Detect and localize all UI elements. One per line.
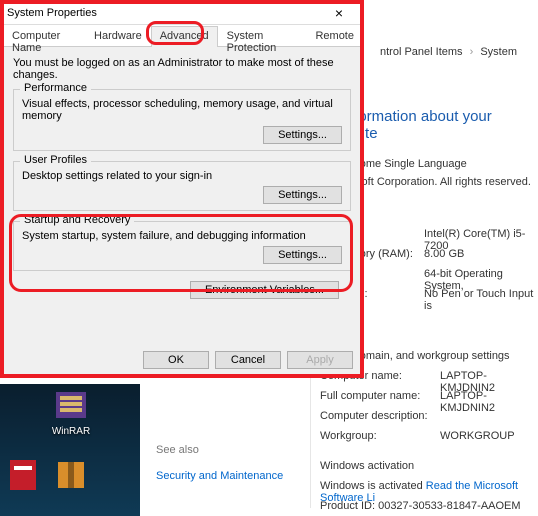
computer-desc-label: Computer description: xyxy=(320,410,428,422)
tab-advanced[interactable]: Advanced xyxy=(151,26,218,47)
group-legend: User Profiles xyxy=(20,154,91,166)
tab-system-protection[interactable]: System Protection xyxy=(218,26,307,47)
group-desc: Visual effects, processor scheduling, me… xyxy=(22,98,342,122)
group-desc: System startup, system failure, and debu… xyxy=(22,230,342,242)
section-activation: Windows activation xyxy=(320,460,414,472)
startup-settings-button[interactable]: Settings... xyxy=(263,246,342,264)
dialog-content: You must be logged on as an Administrato… xyxy=(1,47,363,309)
breadcrumb-part[interactable]: ntrol Panel Items xyxy=(380,46,463,58)
see-also-section: See also Security and Maintenance xyxy=(156,444,310,482)
tab-strip: Computer Name Hardware Advanced System P… xyxy=(1,25,363,47)
activated-text: Windows is activated xyxy=(320,480,426,492)
product-id: Product ID: 00327-30533-81847-AAOEM xyxy=(320,500,521,512)
desktop-icon-label: WinRAR xyxy=(48,426,94,437)
desktop-icon-winrar[interactable]: WinRAR xyxy=(48,386,94,442)
performance-settings-button[interactable]: Settings... xyxy=(263,126,342,144)
group-startup-recovery: Startup and Recovery System startup, sys… xyxy=(13,221,351,271)
full-computer-name-value: LAPTOP-KMJDNIN2 xyxy=(440,390,538,414)
environment-variables-button[interactable]: Environment Variables... xyxy=(190,281,339,299)
pdf-icon xyxy=(4,456,42,494)
see-also-heading: See also xyxy=(156,444,310,456)
workgroup-label: Workgroup: xyxy=(320,430,377,442)
workgroup-value: WORKGROUP xyxy=(440,430,515,442)
winrar-icon xyxy=(52,386,90,424)
chevron-right-icon: › xyxy=(470,46,474,58)
security-maintenance-link[interactable]: Security and Maintenance xyxy=(156,470,310,482)
tab-remote[interactable]: Remote xyxy=(306,26,363,47)
breadcrumb[interactable]: ntrol Panel Items › System xyxy=(380,46,517,58)
group-legend: Performance xyxy=(20,82,91,94)
tab-computer-name[interactable]: Computer Name xyxy=(3,26,85,47)
group-legend: Startup and Recovery xyxy=(20,214,134,226)
group-performance: Performance Visual effects, processor sc… xyxy=(13,89,351,151)
desktop-area[interactable]: WinRAR xyxy=(0,384,140,516)
group-desc: Desktop settings related to your sign-in xyxy=(22,170,342,182)
touch-value: No Pen or Touch Input is xyxy=(424,288,538,312)
ok-button[interactable]: OK xyxy=(143,351,209,369)
memory-value: 8.00 GB xyxy=(424,248,464,260)
dialog-buttons: OK Cancel Apply xyxy=(143,351,353,369)
intro-text: You must be logged on as an Administrato… xyxy=(13,57,351,81)
cancel-button[interactable]: Cancel xyxy=(215,351,281,369)
archive-icon xyxy=(52,456,90,494)
window-title: System Properties xyxy=(7,7,321,19)
titlebar[interactable]: System Properties × xyxy=(1,1,363,25)
full-computer-name-label: Full computer name: xyxy=(320,390,420,402)
user-profiles-settings-button[interactable]: Settings... xyxy=(263,186,342,204)
system-properties-dialog: System Properties × Computer Name Hardwa… xyxy=(0,0,364,378)
breadcrumb-part[interactable]: System xyxy=(480,46,517,58)
desktop-icon-archive[interactable] xyxy=(48,456,94,512)
apply-button[interactable]: Apply xyxy=(287,351,353,369)
desktop-icon-pdf[interactable] xyxy=(0,456,46,512)
group-user-profiles: User Profiles Desktop settings related t… xyxy=(13,161,351,211)
close-icon[interactable]: × xyxy=(321,3,357,23)
tab-hardware[interactable]: Hardware xyxy=(85,26,151,47)
